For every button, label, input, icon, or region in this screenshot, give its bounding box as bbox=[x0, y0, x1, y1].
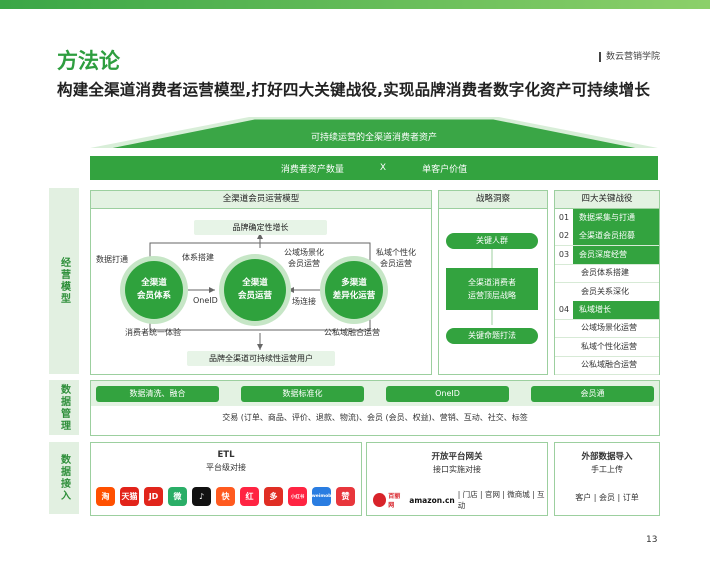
brand-growth-pill: 品牌确定性增长 bbox=[194, 220, 327, 235]
page-subtitle: 构建全渠道消费者运营模型,打好四大关键战役,实现品牌消费者数字化资产可持续增长 bbox=[57, 81, 651, 99]
side-label-data-access: 数据接入 bbox=[49, 442, 79, 514]
battle-item: 公私域融合运营 bbox=[555, 356, 659, 376]
oneid-button: OneID bbox=[386, 386, 509, 402]
etl-access: ETL 平台级对接 淘天猫 JD 微 ♪ 快红多小红书 weimob 赞 bbox=[90, 442, 362, 516]
omni-member-system-circle: 全渠道 会员体系 bbox=[125, 261, 183, 319]
battle-item: 会员体系搭建 bbox=[555, 264, 659, 284]
battle-label: 全渠道会员招募 bbox=[579, 231, 635, 241]
xiaohongshu-red-logo-icon: 红 bbox=[240, 487, 259, 506]
battle-number: 03 bbox=[555, 245, 573, 264]
wechat-logo-icon: 微 bbox=[168, 487, 187, 506]
battle-label: 私域个性化运营 bbox=[581, 341, 637, 351]
battle-number: 01 bbox=[555, 209, 573, 227]
private-personal-label: 私域个性化 会员运营 bbox=[376, 248, 416, 268]
customer-value-label: 单客户价值 bbox=[422, 164, 468, 175]
private-fusion-label: 公私域融合运营 bbox=[324, 328, 380, 337]
battle-label: 会员关系深化 bbox=[581, 286, 629, 296]
page-number: 13 bbox=[646, 535, 658, 545]
roof-label: 可持续运营的全渠道消费者资产 bbox=[310, 133, 437, 143]
omni-member-ops-circle: 全渠道 会员运营 bbox=[224, 259, 286, 321]
top-strategy-box: 全渠道消费者 运营顶层战略 bbox=[446, 268, 538, 310]
trade-data-line: 交易 (订单、商品、评价、退款、物流)、会员 (会员、权益)、营销、互动、社交、… bbox=[222, 413, 528, 422]
key-audience-button: 关键人群 bbox=[446, 233, 538, 249]
key-tactics-button: 关键命题打法 bbox=[446, 328, 538, 344]
public-scene-label: 公域场景化 会员运营 bbox=[284, 248, 324, 268]
battle-item: 04 私域增长 bbox=[555, 301, 659, 320]
four-key-battles: 四大关键战役 01 数据采集与打通 02 全渠道会员招募 03 会员深度经营 会员体系搭建会… bbox=[554, 190, 660, 376]
etl-sub: 平台级对接 bbox=[206, 463, 246, 472]
battle-item: 01 数据采集与打通 bbox=[555, 209, 659, 228]
page-title: 方法论 bbox=[57, 49, 120, 73]
amazon-logo: amazon.cn bbox=[409, 495, 455, 505]
platform-sub: 接口实施对接 bbox=[433, 465, 481, 474]
pinduoduo-logo-icon: 多 bbox=[264, 487, 283, 506]
side-label-ops: 经营模型 bbox=[49, 188, 79, 374]
douyin-logo-icon: ♪ bbox=[192, 487, 211, 506]
battle-label: 私域增长 bbox=[579, 305, 611, 314]
battles-header: 四大关键战役 bbox=[555, 191, 659, 209]
battle-label: 公私域融合运营 bbox=[581, 360, 637, 370]
member-link-button: 会员通 bbox=[531, 386, 654, 402]
battle-item: 公域场景化运营 bbox=[555, 319, 659, 339]
data-cleaning-button: 数据清洗、融合 bbox=[96, 386, 219, 402]
external-title: 外部数据导入 bbox=[581, 452, 633, 462]
thumb-logo-icon: 赞 bbox=[336, 487, 355, 506]
belle-logo-text: 百丽网 bbox=[388, 493, 401, 509]
xiaohongshu-logo-icon: 小红书 bbox=[288, 487, 307, 506]
asset-count-label: 消费者资产数量 bbox=[280, 164, 344, 175]
external-items: 客户 | 会员 | 订单 bbox=[575, 493, 639, 502]
jd-logo-icon: JD bbox=[144, 487, 163, 506]
battle-number: 04 bbox=[555, 301, 573, 319]
weimob-logo-icon: weimob bbox=[312, 487, 331, 506]
sustainable-users-pill: 品牌全渠道可持续性运营用户 bbox=[187, 351, 335, 366]
platform-channels: | 门店 | 官网 | 微商城 | 互动 bbox=[457, 490, 545, 510]
battle-item: 私域个性化运营 bbox=[555, 338, 659, 357]
belle-logo-icon bbox=[373, 493, 387, 507]
battle-item: 会员关系深化 bbox=[555, 283, 659, 302]
battle-item: 02 全渠道会员招募 bbox=[555, 227, 659, 247]
data-management: 数据清洗、融合 数据标准化 OneID 会员通 交易 (订单、商品、评价、退款、… bbox=[90, 380, 660, 436]
data-standardize-button: 数据标准化 bbox=[241, 386, 364, 402]
external-import: 外部数据导入 手工上传 客户 | 会员 | 订单 bbox=[554, 442, 660, 516]
battle-item: 03 会员深度经营 bbox=[555, 245, 659, 265]
kuaishou-logo-icon: 快 bbox=[216, 487, 235, 506]
oneid-label: OneID bbox=[193, 296, 218, 305]
battle-number: 02 bbox=[555, 227, 573, 246]
data-connect-label: 数据打通 bbox=[96, 255, 128, 264]
multi-channel-ops-circle: 多渠道 差异化运营 bbox=[325, 261, 383, 319]
top-accent-bar bbox=[0, 0, 710, 9]
battle-label: 公域场景化运营 bbox=[581, 323, 637, 333]
side-label-data-mgmt: 数据管理 bbox=[49, 380, 79, 435]
system-build-label: 体系搭建 bbox=[182, 253, 214, 262]
asset-formula-bar: 消费者资产数量 X 单客户价值 bbox=[90, 156, 658, 180]
taobao-logo-icon: 淘 bbox=[96, 487, 115, 506]
brand-label: 数云营销学院 bbox=[599, 52, 660, 62]
open-platform-access: 开放平台网关 接口实施对接 百丽网 amazon.cn | 门店 | 官网 | … bbox=[366, 442, 548, 516]
unified-experience-label: 消费者统一体验 bbox=[125, 328, 181, 337]
battle-label: 数据采集与打通 bbox=[579, 213, 635, 222]
field-connect-label: 场连接 bbox=[292, 297, 316, 306]
etl-title: ETL bbox=[217, 450, 235, 460]
platform-title: 开放平台网关 bbox=[431, 452, 483, 462]
multiply-sign: X bbox=[379, 163, 387, 173]
external-sub: 手工上传 bbox=[591, 465, 623, 474]
battle-label: 会员深度经营 bbox=[579, 249, 627, 259]
tmall-logo-icon: 天猫 bbox=[120, 487, 139, 506]
battle-label: 会员体系搭建 bbox=[581, 268, 629, 278]
